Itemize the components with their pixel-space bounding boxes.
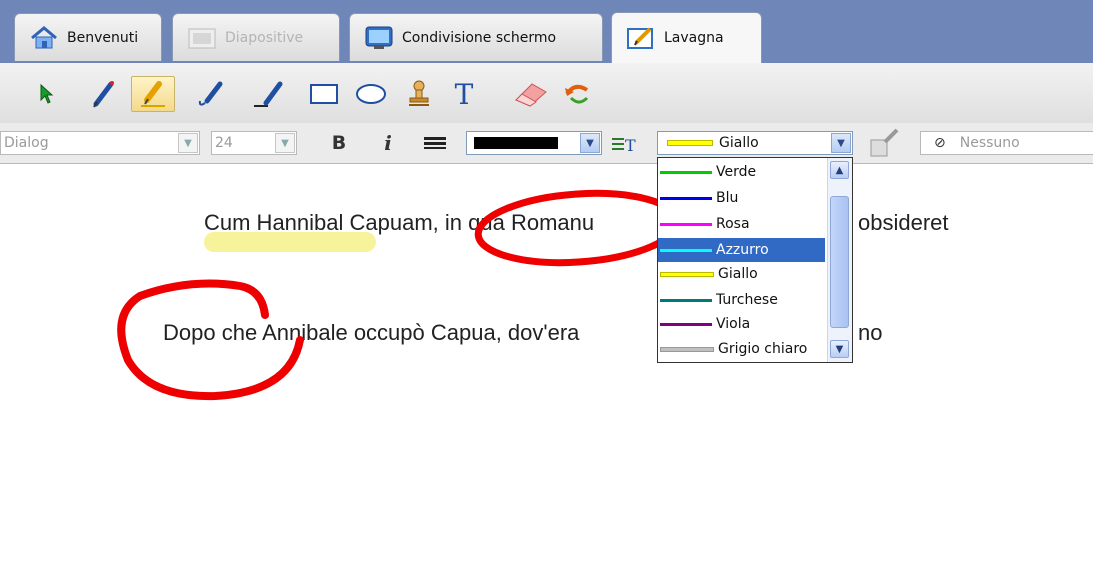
color-option-rosa[interactable]: Rosa — [658, 212, 825, 236]
text-color-icon: T — [610, 134, 642, 155]
font-size-value: 24 — [215, 135, 233, 151]
font-size-select[interactable]: 24 ▼ — [211, 131, 297, 155]
color-option-turchese[interactable]: Turchese — [658, 288, 825, 312]
monitor-icon — [364, 25, 394, 51]
color-swatch — [660, 271, 714, 277]
color-option-label: Turchese — [716, 292, 778, 308]
color-swatch — [660, 170, 712, 174]
tab-lavagna[interactable]: Lavagna — [611, 12, 762, 63]
text-color-swatch — [667, 140, 713, 146]
color-option-label: Grigio chiaro — [718, 341, 808, 357]
select-arrow-icon[interactable] — [30, 76, 62, 112]
color-option-giallo[interactable]: Giallo — [658, 262, 825, 286]
color-swatch — [660, 196, 712, 200]
text-tool-icon[interactable]: T — [448, 76, 480, 112]
chevron-down-icon: ▼ — [831, 133, 851, 153]
font-family-value: Dialog — [4, 135, 49, 151]
color-option-label: Azzurro — [716, 242, 769, 258]
color-option-verde[interactable]: Verde — [658, 160, 825, 184]
slides-icon — [187, 25, 217, 51]
fill-value: Nessuno — [959, 135, 1020, 151]
color-swatch — [660, 346, 714, 352]
chevron-down-icon: ▼ — [275, 133, 295, 153]
color-option-grigio-chiaro[interactable]: Grigio chiaro — [658, 337, 825, 361]
fill-select[interactable]: ⊘ Nessuno — [920, 131, 1093, 155]
tab-bar: Benvenuti Diapositive Condivisione scher… — [0, 0, 1093, 63]
tab-label: Diapositive — [225, 29, 304, 46]
line-color-select[interactable]: ▼ — [466, 131, 602, 155]
color-option-label: Giallo — [718, 266, 758, 282]
italic-button[interactable]: i — [376, 131, 400, 155]
red-ellipse-annotation — [474, 189, 682, 267]
color-option-label: Rosa — [716, 216, 750, 232]
tab-label: Condivisione schermo — [402, 29, 557, 46]
text-color-value: Giallo — [719, 135, 759, 151]
dropdown-scrollbar[interactable]: ▲ ▼ — [827, 158, 852, 362]
color-option-label: Blu — [716, 190, 739, 206]
svg-text:T: T — [625, 136, 636, 154]
fill-bucket-icon[interactable] — [867, 128, 903, 160]
tab-label: Lavagna — [664, 30, 724, 46]
red-circle-annotation — [117, 279, 304, 401]
scroll-down-icon[interactable]: ▼ — [830, 340, 849, 358]
text-color-dropdown: Verde Blu Rosa Azzurro Giallo Turchese V… — [657, 157, 853, 363]
annotation-strokes — [117, 189, 682, 401]
line-color-swatch — [474, 137, 558, 149]
scroll-up-icon[interactable]: ▲ — [830, 161, 849, 179]
highlighter-icon[interactable] — [131, 76, 175, 112]
home-icon — [29, 25, 59, 51]
chevron-down-icon: ▼ — [580, 133, 600, 153]
ellipse-icon[interactable] — [355, 76, 387, 112]
color-swatch — [660, 222, 712, 226]
color-swatch — [660, 248, 712, 252]
bold-button[interactable]: B — [327, 131, 351, 155]
tab-label: Benvenuti — [67, 29, 139, 46]
scroll-thumb[interactable] — [830, 196, 849, 328]
stamp-icon[interactable] — [403, 76, 435, 112]
whiteboard-icon — [626, 25, 656, 51]
color-option-blu[interactable]: Blu — [658, 186, 825, 210]
font-family-select[interactable]: Dialog ▼ — [0, 131, 200, 155]
eraser-icon[interactable] — [508, 76, 552, 112]
curve-pen-icon[interactable] — [195, 76, 227, 112]
chevron-down-icon: ▼ — [178, 133, 198, 153]
line-width-icon[interactable] — [422, 133, 448, 153]
text-color-select[interactable]: Giallo ▼ — [657, 131, 853, 155]
line-pen-icon[interactable] — [250, 76, 290, 112]
color-swatch — [660, 322, 712, 326]
color-swatch — [660, 298, 712, 302]
rectangle-icon[interactable] — [308, 76, 340, 112]
color-option-viola[interactable]: Viola — [658, 312, 825, 336]
no-fill-icon: ⊘ — [934, 135, 946, 151]
color-option-label: Verde — [716, 164, 757, 180]
tab-diapositive[interactable]: Diapositive — [172, 13, 340, 61]
undo-icon[interactable] — [560, 76, 592, 112]
color-option-azzurro[interactable]: Azzurro — [658, 238, 825, 262]
tab-condivisione-schermo[interactable]: Condivisione schermo — [349, 13, 603, 61]
tab-benvenuti[interactable]: Benvenuti — [14, 13, 162, 61]
color-option-label: Viola — [716, 316, 751, 332]
pen-icon[interactable] — [88, 76, 120, 112]
